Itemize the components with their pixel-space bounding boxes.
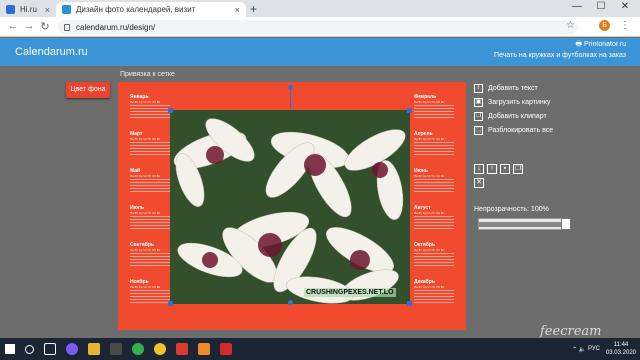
url-input[interactable]: calendarum.ru/design/ xyxy=(58,20,578,34)
add-clipart-button[interactable]: ❐ Добавить клипарт xyxy=(474,110,584,123)
snap-to-grid-label[interactable]: Привязка к сетке xyxy=(120,71,175,78)
photo-watermark: CRUSHINGPEXES.NET.LO xyxy=(304,288,396,297)
delete-icon[interactable]: ✕ xyxy=(474,178,484,188)
resize-handle[interactable] xyxy=(168,108,173,113)
whatsapp-icon[interactable] xyxy=(132,343,144,355)
chevron-up-icon[interactable]: ⌃ xyxy=(572,346,577,353)
reload-icon[interactable]: ↻ xyxy=(38,20,52,33)
task-view-icon[interactable] xyxy=(44,343,56,355)
tab-close-icon[interactable]: × xyxy=(235,5,240,15)
rotate-handle-line xyxy=(290,87,291,109)
maximize-button[interactable]: ☐ xyxy=(590,1,612,12)
month-may: Май Пн Вт Ср Чт Пт Сб Вс xyxy=(130,168,170,194)
upload-image-button[interactable]: ▣ Загрузить картинку xyxy=(474,96,584,109)
month-november: Ноябрь Пн Вт Ср Чт Пт Сб Вс xyxy=(130,279,170,305)
clock[interactable]: 11:44 03.03.2020 xyxy=(606,341,636,357)
browser-tab-strip: Hi.ru × Дизайн фото календарей, визит × … xyxy=(0,0,640,17)
lily-photo[interactable] xyxy=(170,110,410,304)
browser-menu-icon[interactable]: ⋮ xyxy=(620,20,630,31)
chrome-icon[interactable] xyxy=(154,343,166,355)
bookmark-star-icon[interactable]: ☆ xyxy=(566,20,575,31)
printonator-label: Printonator.ru xyxy=(583,41,626,48)
forward-arrow-icon[interactable]: → xyxy=(22,20,36,32)
lang-indicator[interactable]: РУС xyxy=(588,346,600,352)
printonator-link[interactable]: 🖶 Printonator.ru xyxy=(575,40,626,51)
copy-icon[interactable]: ❐ xyxy=(513,164,523,174)
feecream-watermark: feecream xyxy=(540,324,602,339)
opacity-slider-knob[interactable] xyxy=(561,218,571,230)
opacity-label: Непрозрачность: 100% xyxy=(474,206,549,213)
file-explorer-icon[interactable] xyxy=(88,343,100,355)
site-logo[interactable]: Calendarum.ru xyxy=(15,46,88,58)
resize-handle[interactable] xyxy=(407,301,412,306)
unlock-icon: ⬚ xyxy=(474,126,483,135)
close-window-button[interactable]: ✕ xyxy=(614,1,636,12)
tab-calendarum[interactable]: Дизайн фото календарей, визит × xyxy=(56,2,246,17)
lock-layer-icon[interactable]: ▪ xyxy=(500,164,510,174)
month-february: Февраль Пн Вт Ср Чт Пт Сб Вс xyxy=(414,94,454,120)
text-icon: T xyxy=(474,84,483,93)
move-down-icon[interactable]: ↓ xyxy=(474,164,484,174)
lily-flowers-image xyxy=(170,110,410,304)
tools-panel: T Добавить текст ▣ Загрузить картинку ❐ … xyxy=(474,82,584,230)
address-toolbar: ← → ↻ calendarum.ru/design/ ☆ xyxy=(0,17,640,37)
add-clipart-label: Добавить клипарт xyxy=(488,113,547,120)
calendarum-favicon-icon xyxy=(62,5,71,14)
windows-taskbar: ⌃ 🔈 РУС 11:44 03.03.2020 xyxy=(0,338,640,360)
unlock-all-label: Разблокировать все xyxy=(488,127,554,134)
store-icon[interactable] xyxy=(110,343,122,355)
new-tab-button[interactable]: + xyxy=(250,2,257,16)
minimize-button[interactable]: — xyxy=(566,1,588,12)
printer-icon: 🖶 xyxy=(575,41,583,48)
add-text-label: Добавить текст xyxy=(488,85,538,92)
month-april: Апрель Пн Вт Ср Чт Пт Сб Вс xyxy=(414,131,454,157)
lock-icon xyxy=(64,23,70,31)
image-icon: ▣ xyxy=(474,98,483,107)
month-august: Август Пн Вт Ср Чт Пт Сб Вс xyxy=(414,205,454,231)
rotate-handle[interactable] xyxy=(288,85,293,90)
hi-favicon-icon xyxy=(6,5,15,14)
resize-handle[interactable] xyxy=(407,108,412,113)
system-tray: ⌃ 🔈 РУС 11:44 03.03.2020 xyxy=(572,338,636,360)
month-december: Декабрь Пн Вт Ср Чт Пт Сб Вс xyxy=(414,279,454,305)
upload-image-label: Загрузить картинку xyxy=(488,99,551,106)
slogan-link[interactable]: Печать на кружках и футболках на заказ xyxy=(494,52,626,59)
design-workspace: Привязка к сетке Цвет фона Январь Пн Вт … xyxy=(0,66,640,339)
app-icon[interactable] xyxy=(198,343,210,355)
calendar-canvas[interactable]: Январь Пн Вт Ср Чт Пт Сб Вс Март Пн Вт С… xyxy=(118,82,466,330)
month-july: Июль Пн Вт Ср Чт Пт Сб Вс xyxy=(130,205,170,231)
unlock-all-button[interactable]: ⬚ Разблокировать все xyxy=(474,124,584,137)
alice-icon[interactable] xyxy=(66,343,78,355)
opacity-slider[interactable] xyxy=(478,218,571,230)
clipart-icon: ❐ xyxy=(474,112,483,121)
add-text-button[interactable]: T Добавить текст xyxy=(474,82,584,95)
tab-hi-ru[interactable]: Hi.ru × xyxy=(0,2,56,17)
url-text: calendarum.ru/design/ xyxy=(76,22,156,32)
clock-time: 11:44 xyxy=(613,342,629,348)
yandex-icon[interactable] xyxy=(176,343,188,355)
month-october: Октябрь Пн Вт Ср Чт Пт Сб Вс xyxy=(414,242,454,268)
clock-date: 03.03.2020 xyxy=(605,350,636,356)
site-header: Calendarum.ru 🖶 Printonator.ru Печать на… xyxy=(0,38,640,66)
month-september: Сентябрь Пн Вт Ср Чт Пт Сб Вс xyxy=(130,242,170,268)
back-arrow-icon[interactable]: ← xyxy=(6,20,20,32)
recorder-icon[interactable] xyxy=(220,343,232,355)
tab-title: Hi.ru xyxy=(20,5,37,14)
rotate-handle-bottom[interactable] xyxy=(288,300,293,305)
move-up-icon[interactable]: ↑ xyxy=(487,164,497,174)
search-icon[interactable] xyxy=(25,344,34,354)
profile-avatar[interactable]: Б xyxy=(599,20,610,31)
month-january: Январь Пн Вт Ср Чт Пт Сб Вс xyxy=(130,94,170,120)
layer-controls: ↓ ↑ ▪ ❐ xyxy=(474,164,526,174)
tab-close-icon[interactable]: × xyxy=(45,5,50,15)
background-color-button[interactable]: Цвет фона xyxy=(66,82,110,98)
month-march: Март Пн Вт Ср Чт Пт Сб Вс xyxy=(130,131,170,157)
month-june: Июнь Пн Вт Ср Чт Пт Сб Вс xyxy=(414,168,454,194)
speaker-icon[interactable]: 🔈 xyxy=(579,346,586,353)
windows-start-icon[interactable] xyxy=(5,344,15,354)
opacity-slider-fill xyxy=(479,222,561,227)
resize-handle[interactable] xyxy=(168,301,173,306)
tab-title: Дизайн фото календарей, визит xyxy=(76,5,196,14)
